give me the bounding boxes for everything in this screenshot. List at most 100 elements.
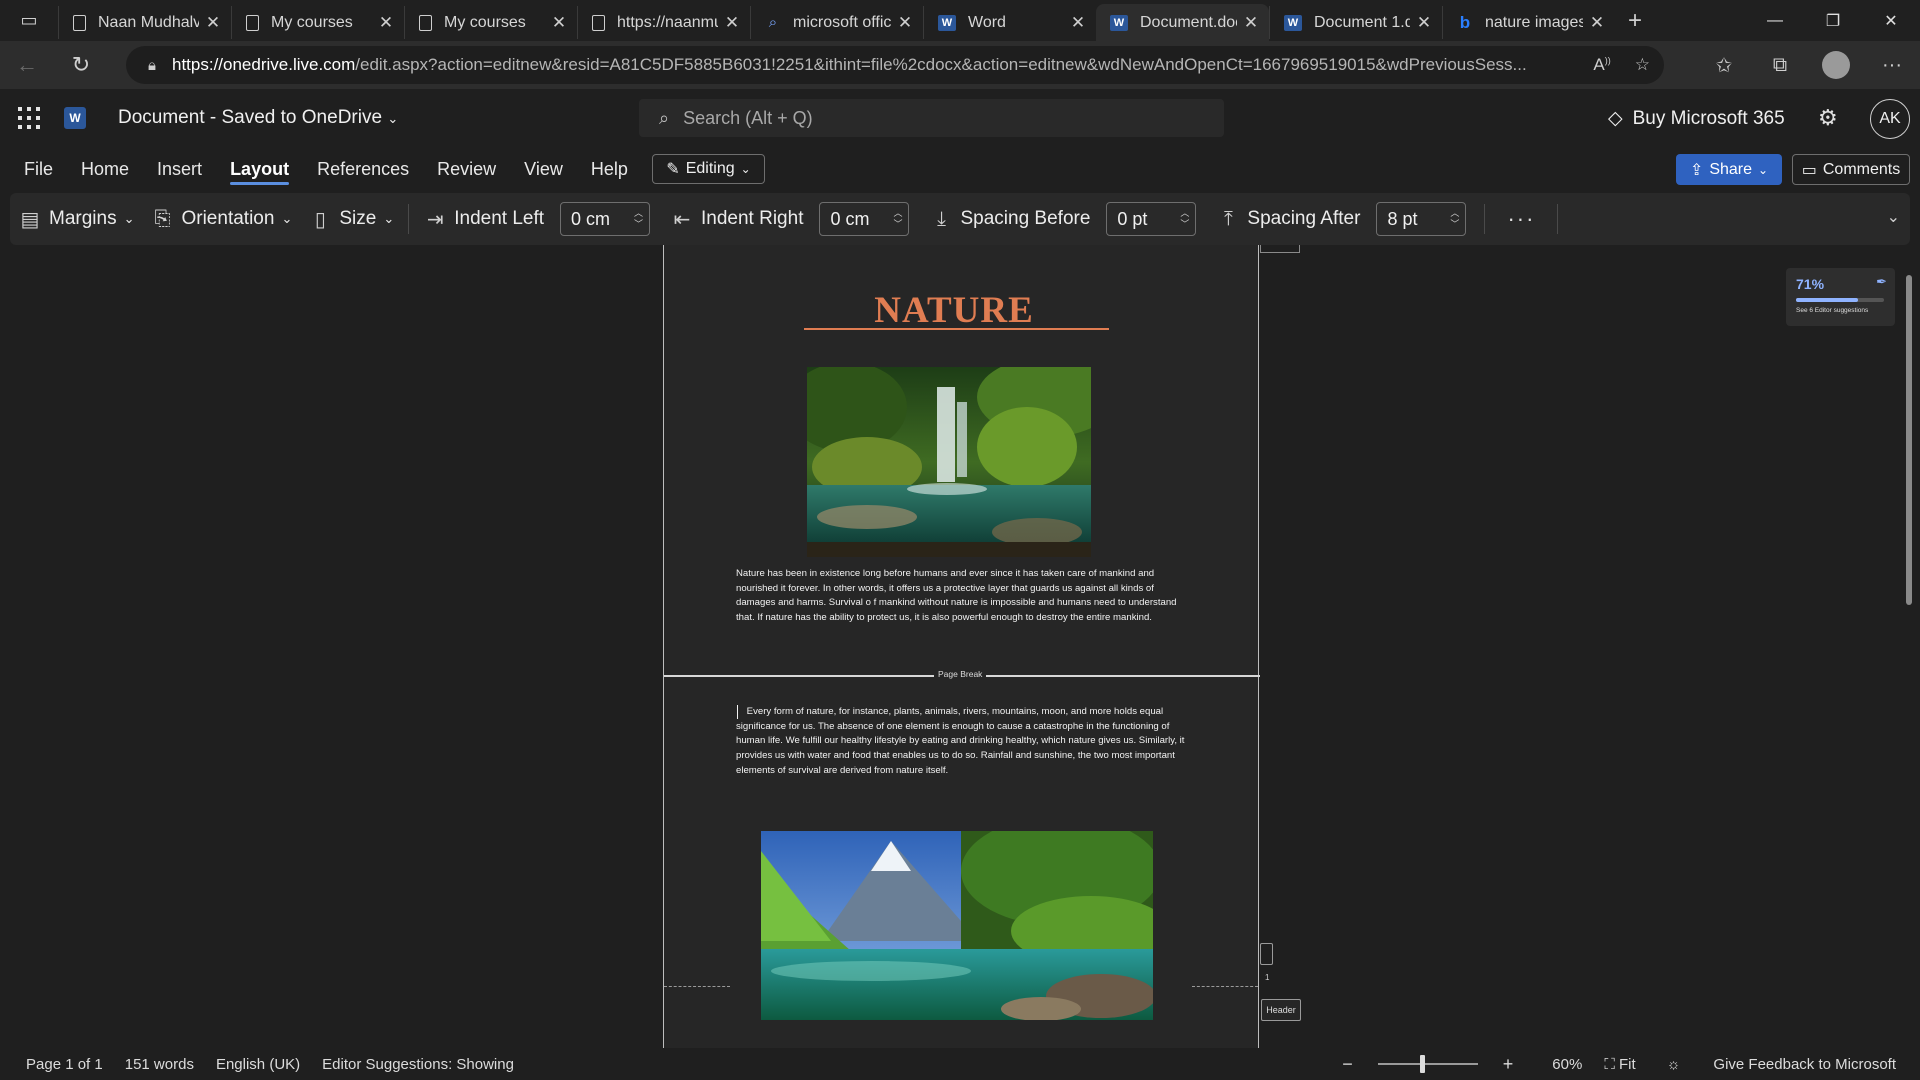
profile-icon[interactable] [1808, 51, 1864, 79]
zoom-slider[interactable] [1377, 1055, 1478, 1073]
document-title[interactable]: Document - Saved to OneDrive ⌄ [118, 107, 398, 129]
vertical-scrollbar[interactable] [1906, 275, 1912, 605]
page-number-marker: 1 [1265, 973, 1270, 982]
title-separator: - [209, 107, 222, 128]
search-input[interactable]: ⌕ Search (Alt + Q) [639, 99, 1224, 137]
search-placeholder: Search (Alt + Q) [683, 107, 813, 128]
feedback-link[interactable]: Give Feedback to Microsoft [1691, 1056, 1920, 1073]
indent-left-value: 0 cm [571, 208, 611, 229]
tab-label: My courses [444, 13, 526, 31]
language-status[interactable]: English (UK) [205, 1056, 311, 1073]
tab-references[interactable]: References [303, 147, 423, 191]
address-bar-row: ← ↻ 🔒︎ https://onedrive.live.com/edit.as… [0, 41, 1920, 89]
tab-file[interactable]: File [10, 147, 67, 191]
more-icon[interactable]: ··· [1864, 54, 1920, 77]
app-launcher-icon[interactable] [18, 107, 40, 129]
paragraph[interactable]: Nature has been in existence long before… [736, 567, 1186, 626]
comments-button[interactable]: ▭ Comments [1792, 154, 1910, 185]
buy-microsoft-button[interactable]: ◇ Buy Microsoft 365 [1608, 107, 1785, 130]
close-tab-icon[interactable]: ✕ [1589, 13, 1605, 33]
spacing-after-group: ⤒ Spacing After [1208, 193, 1376, 245]
editor-status[interactable]: Editor Suggestions: Showing [311, 1056, 525, 1073]
back-icon[interactable]: ← [0, 41, 54, 89]
document-page[interactable]: NATURE Nature has been in existence long… [663, 245, 1260, 1048]
toolbar-divider [408, 204, 410, 234]
more-options-icon[interactable]: ··· [1491, 206, 1551, 232]
tab-view[interactable]: View [510, 147, 577, 191]
avatar[interactable]: AK [1870, 99, 1910, 139]
browser-tab[interactable]: b nature images ✕ [1442, 6, 1615, 39]
browser-tab[interactable]: W Document.docx ✕ [1096, 4, 1269, 41]
restore-icon[interactable]: ❐ [1804, 0, 1862, 41]
browser-tab[interactable]: W Document 1.docx ✕ [1269, 6, 1442, 39]
stepper-arrows-icon[interactable]: ︿ ﹀ [893, 208, 902, 230]
fit-button[interactable]: ⛶ Fit [1593, 1056, 1646, 1073]
close-tab-icon[interactable]: ✕ [1416, 13, 1432, 33]
editing-mode-button[interactable]: ✎ Editing ⌄ [652, 154, 765, 184]
favorites-icon[interactable]: ✩ [1696, 53, 1752, 78]
zoom-out-button[interactable]: − [1331, 1054, 1364, 1075]
browser-tab[interactable]: My courses ✕ [404, 6, 577, 39]
stepper-arrows-icon[interactable]: ︿ ﹀ [634, 208, 643, 230]
editor-score-card[interactable]: 71% ✒ See 6 Editor suggestions [1786, 268, 1895, 326]
close-tab-icon[interactable]: ✕ [724, 13, 740, 33]
brightness-icon[interactable]: ☼ [1647, 1056, 1692, 1073]
share-button[interactable]: ⇪ Share ⌄ [1676, 154, 1782, 185]
close-window-icon[interactable]: ✕ [1862, 0, 1920, 41]
editor-suggestions-link[interactable]: See 6 Editor suggestions [1796, 307, 1868, 314]
close-tab-icon[interactable]: ✕ [897, 13, 913, 33]
browser-tab[interactable]: My courses ✕ [231, 6, 404, 39]
read-aloud-icon[interactable]: A)) [1593, 55, 1610, 75]
close-tab-icon[interactable]: ✕ [1243, 13, 1259, 33]
tab-help[interactable]: Help [577, 147, 642, 191]
waterfall-illustration [807, 367, 1091, 557]
close-tab-icon[interactable]: ✕ [378, 13, 394, 33]
page-margin-marker [1260, 943, 1273, 965]
tab-review[interactable]: Review [423, 147, 510, 191]
margins-button[interactable]: ▤ Margins ⌄ [10, 193, 142, 245]
paragraph[interactable]: Every form of nature, for instance, plan… [736, 705, 1186, 779]
tab-label: nature images [1485, 13, 1583, 31]
spacing-after-value: 8 pt [1387, 208, 1418, 229]
minimize-icon[interactable]: — [1746, 0, 1804, 41]
comment-icon: ▭ [1801, 161, 1817, 179]
margins-icon: ▤ [20, 208, 40, 231]
tab-actions-icon[interactable]: ▭ [0, 0, 58, 41]
chevron-down-icon[interactable]: ⌄ [1887, 207, 1900, 227]
new-tab-button[interactable]: + [1615, 7, 1655, 35]
indent-right-stepper[interactable]: 0 cm ︿ ﹀ [819, 202, 910, 236]
gear-icon[interactable]: ⚙ [1818, 105, 1838, 131]
add-favorite-icon[interactable]: ☆ [1635, 55, 1650, 75]
zoom-level[interactable]: 60% [1524, 1056, 1593, 1073]
close-tab-icon[interactable]: ✕ [551, 13, 567, 33]
tab-home[interactable]: Home [67, 147, 143, 191]
collections-icon[interactable]: ⧉ [1752, 54, 1808, 77]
browser-tab[interactable]: Naan Mudhalvan ✕ [58, 6, 231, 39]
document-heading[interactable]: NATURE [804, 289, 1104, 332]
url-input[interactable]: 🔒︎ https://onedrive.live.com/edit.aspx?a… [126, 46, 1664, 84]
spacing-after-stepper[interactable]: 8 pt ︿ ﹀ [1376, 202, 1467, 236]
zoom-thumb[interactable] [1419, 1055, 1425, 1073]
browser-tab[interactable]: https://naanmudhalvan ✕ [577, 6, 750, 39]
browser-tab[interactable]: W Word ✕ [923, 6, 1096, 39]
tab-insert[interactable]: Insert [143, 147, 216, 191]
tab-label: My courses [271, 13, 353, 31]
refresh-icon[interactable]: ↻ [54, 41, 108, 89]
tab-layout[interactable]: Layout [216, 147, 303, 191]
document-canvas[interactable]: NATURE Nature has been in existence long… [0, 245, 1920, 1048]
indent-left-stepper[interactable]: 0 cm ︿ ﹀ [560, 202, 651, 236]
orientation-button[interactable]: ⎘ Orientation ⌄ [142, 193, 300, 245]
page-count[interactable]: Page 1 of 1 [0, 1056, 114, 1073]
close-tab-icon[interactable]: ✕ [1070, 13, 1086, 33]
stepper-arrows-icon[interactable]: ︿ ﹀ [1450, 208, 1459, 230]
spacing-before-stepper[interactable]: 0 pt ︿ ﹀ [1106, 202, 1197, 236]
browser-tab[interactable]: ⌕ microsoft office ✕ [750, 6, 923, 39]
header-tag[interactable]: Header [1261, 999, 1301, 1021]
close-tab-icon[interactable]: ✕ [205, 13, 221, 33]
waterfall-image[interactable] [807, 367, 1091, 557]
lake-image[interactable] [761, 831, 1153, 1020]
size-button[interactable]: ▯ Size ⌄ [300, 193, 402, 245]
word-count[interactable]: 151 words [114, 1056, 205, 1073]
stepper-arrows-icon[interactable]: ︿ ﹀ [1180, 208, 1189, 230]
zoom-in-button[interactable]: + [1492, 1054, 1525, 1075]
